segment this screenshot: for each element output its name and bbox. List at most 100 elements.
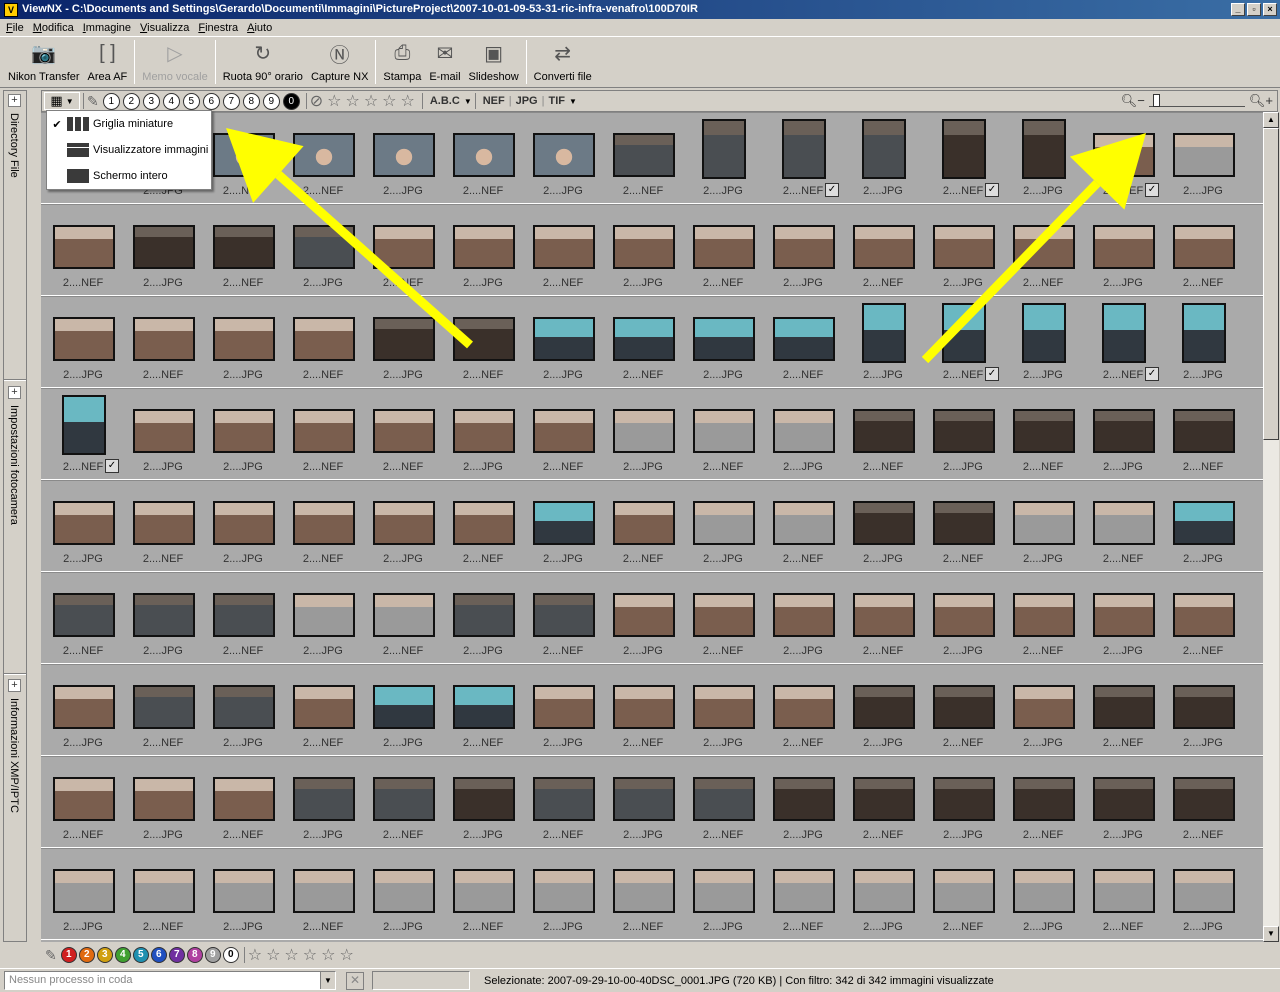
thumbnail-item[interactable]: 2....JPG	[283, 205, 363, 295]
thumbnail-item[interactable]: 2....NEF	[1083, 849, 1163, 939]
thumbnail-item[interactable]: 2....NEF	[603, 481, 683, 571]
vertical-scrollbar[interactable]: ▲ ▼	[1263, 112, 1279, 942]
thumbnail-item[interactable]: 2....NEF	[363, 389, 443, 479]
thumbnail-item[interactable]: 2....JPG	[1003, 849, 1083, 939]
thumbnail-item[interactable]: 2....JPG	[363, 113, 443, 203]
thumbnail-item[interactable]: 2....NEF	[1163, 757, 1243, 847]
rating-set-icon[interactable]: ☆	[248, 947, 262, 964]
thumbnail-item[interactable]: 2....NEF	[843, 573, 923, 663]
minimize-button[interactable]: _	[1231, 3, 1245, 16]
label-filter-1[interactable]: 1	[102, 92, 120, 110]
thumbnail-item[interactable]: 2....NEF	[603, 297, 683, 387]
thumbnail-item[interactable]: 2....NEF	[363, 573, 443, 663]
thumbnail-item[interactable]: 2....JPG	[1163, 113, 1243, 203]
thumbnail-item[interactable]: 2....JPG	[603, 205, 683, 295]
thumbnail-item[interactable]: 2....NEF	[443, 297, 523, 387]
thumbnail-item[interactable]: 2....NEF	[683, 573, 763, 663]
thumbnail-item[interactable]: 2....NEF	[763, 297, 843, 387]
thumbnail-item[interactable]: 2....NEF	[683, 757, 763, 847]
label-button-2[interactable]: 2	[78, 947, 95, 963]
menu-visualizza[interactable]: Visualizza	[137, 22, 195, 34]
thumbnail-item[interactable]: 2....NEF	[843, 389, 923, 479]
thumbnail-item[interactable]: 2....JPG	[203, 665, 283, 755]
thumbnail-item[interactable]: 2....NEF	[363, 757, 443, 847]
cancel-process-button[interactable]: ✕	[346, 971, 364, 990]
menu-modifica[interactable]: Modifica	[30, 22, 80, 34]
thumbnail-item[interactable]: 2....JPG	[523, 849, 603, 939]
thumbnail-item[interactable]: 2....JPG	[1003, 113, 1083, 203]
thumbnail-item[interactable]: 2....JPG	[923, 757, 1003, 847]
label-button-0[interactable]: 0	[222, 947, 239, 963]
thumbnail-item[interactable]: 2....JPG	[203, 389, 283, 479]
zoom-out-icon[interactable]: 🔍︎−	[1121, 93, 1145, 109]
close-button[interactable]: ×	[1263, 3, 1277, 16]
rating-star-5[interactable]: ☆	[339, 947, 353, 964]
thumbnail-item[interactable]: 2....NEF	[1163, 573, 1243, 663]
thumbnail-item[interactable]: 2....JPG	[843, 849, 923, 939]
thumbnail-item[interactable]: 2....JPG	[603, 757, 683, 847]
thumbnail-item[interactable]: 2....NEF	[43, 573, 123, 663]
label-button-6[interactable]: 6	[150, 947, 167, 963]
converti-file-button[interactable]: ⇄ Converti file	[530, 38, 596, 86]
label-filter-2[interactable]: 2	[122, 92, 140, 110]
thumbnail-item[interactable]: 2....JPG	[843, 297, 923, 387]
process-queue-dropdown[interactable]: Nessun processo in coda ▼	[4, 971, 336, 990]
thumbnail-item[interactable]: 2....JPG	[1083, 389, 1163, 479]
thumbnail-item[interactable]: 2....JPG	[43, 849, 123, 939]
thumbnail-item[interactable]: 2....JPG	[843, 665, 923, 755]
thumbnail-item[interactable]: 2....JPG	[123, 389, 203, 479]
thumbnail-item[interactable]: 2....JPG	[203, 297, 283, 387]
thumbnail-item[interactable]: 2....JPG	[843, 481, 923, 571]
zoom-in-icon[interactable]: 🔍︎+	[1249, 93, 1273, 109]
label-filter-5[interactable]: 5	[182, 92, 200, 110]
thumbnail-item[interactable]: 2....NEF	[1083, 481, 1163, 571]
thumbnail-item[interactable]: 2....JPG	[283, 573, 363, 663]
thumbnail-item[interactable]: 2....NEF	[843, 757, 923, 847]
menu-file[interactable]: File	[3, 22, 30, 34]
star-filter-1[interactable]: ☆	[327, 93, 341, 110]
thumbnail-item[interactable]: 2....JPG	[683, 297, 763, 387]
scroll-up-button[interactable]: ▲	[1263, 112, 1279, 128]
thumbnail-item[interactable]: 2....JPG	[1083, 757, 1163, 847]
thumbnail-item[interactable]: 2....NEF ✓	[43, 389, 123, 479]
thumbnail-item[interactable]: 2....NEF	[443, 665, 523, 755]
label-button-4[interactable]: 4	[114, 947, 131, 963]
thumbnail-item[interactable]: 2....JPG	[683, 849, 763, 939]
thumbnail-item[interactable]: 2....JPG	[443, 389, 523, 479]
view-mode-dropdown[interactable]: ▦ ▼	[44, 92, 80, 110]
thumbnail-item[interactable]: 2....NEF	[203, 757, 283, 847]
side-tab-xmp-iptc[interactable]: Informazioni XMP/IPTC	[8, 698, 20, 813]
thumbnail-item[interactable]: 2....JPG	[683, 113, 763, 203]
thumbnail-item[interactable]: 2....NEF	[363, 205, 443, 295]
rating-star-1[interactable]: ☆	[266, 947, 280, 964]
format-filter-tif[interactable]: TIF	[544, 95, 569, 107]
star-filter-4[interactable]: ☆	[382, 93, 396, 110]
thumbnail-item[interactable]: 2....JPG	[1003, 297, 1083, 387]
capture-nx-button[interactable]: Ⓝ Capture NX	[307, 38, 372, 86]
expand-xmp-iptc-icon[interactable]: +	[8, 679, 21, 692]
thumbnail-item[interactable]: 2....JPG	[123, 573, 203, 663]
side-tab-directory[interactable]: Directory File	[8, 113, 20, 178]
thumbnail-item[interactable]: 2....JPG	[443, 573, 523, 663]
thumbnail-item[interactable]: 2....NEF	[1163, 389, 1243, 479]
thumbnail-item[interactable]: 2....JPG	[363, 297, 443, 387]
thumbnail-item[interactable]: 2....NEF ✓	[923, 297, 1003, 387]
thumbnail-item[interactable]: 2....JPG	[1163, 665, 1243, 755]
thumbnail-item[interactable]: 2....NEF	[283, 481, 363, 571]
label-button-3[interactable]: 3	[96, 947, 113, 963]
nikon-transfer-button[interactable]: 📷 Nikon Transfer	[4, 38, 84, 86]
thumbnail-item[interactable]: 2....NEF	[1003, 389, 1083, 479]
label-filter-9[interactable]: 9	[262, 92, 280, 110]
thumbnail-item[interactable]: 2....NEF	[523, 757, 603, 847]
expand-directory-icon[interactable]: +	[8, 94, 21, 107]
thumbnail-item[interactable]: 2....NEF	[923, 849, 1003, 939]
thumbnail-item[interactable]: 2....JPG	[763, 205, 843, 295]
label-filter-8[interactable]: 8	[242, 92, 260, 110]
thumbnail-item[interactable]: 2....JPG	[603, 573, 683, 663]
stampa-button[interactable]: ⎙ Stampa	[379, 38, 425, 86]
label-edit-icon[interactable]: ✎	[45, 947, 57, 964]
format-filter-nef[interactable]: NEF	[479, 95, 509, 107]
menu-finestra[interactable]: Finestra	[195, 22, 244, 34]
thumbnail-item[interactable]: 2....JPG	[1003, 481, 1083, 571]
zoom-slider-handle[interactable]	[1153, 94, 1161, 107]
